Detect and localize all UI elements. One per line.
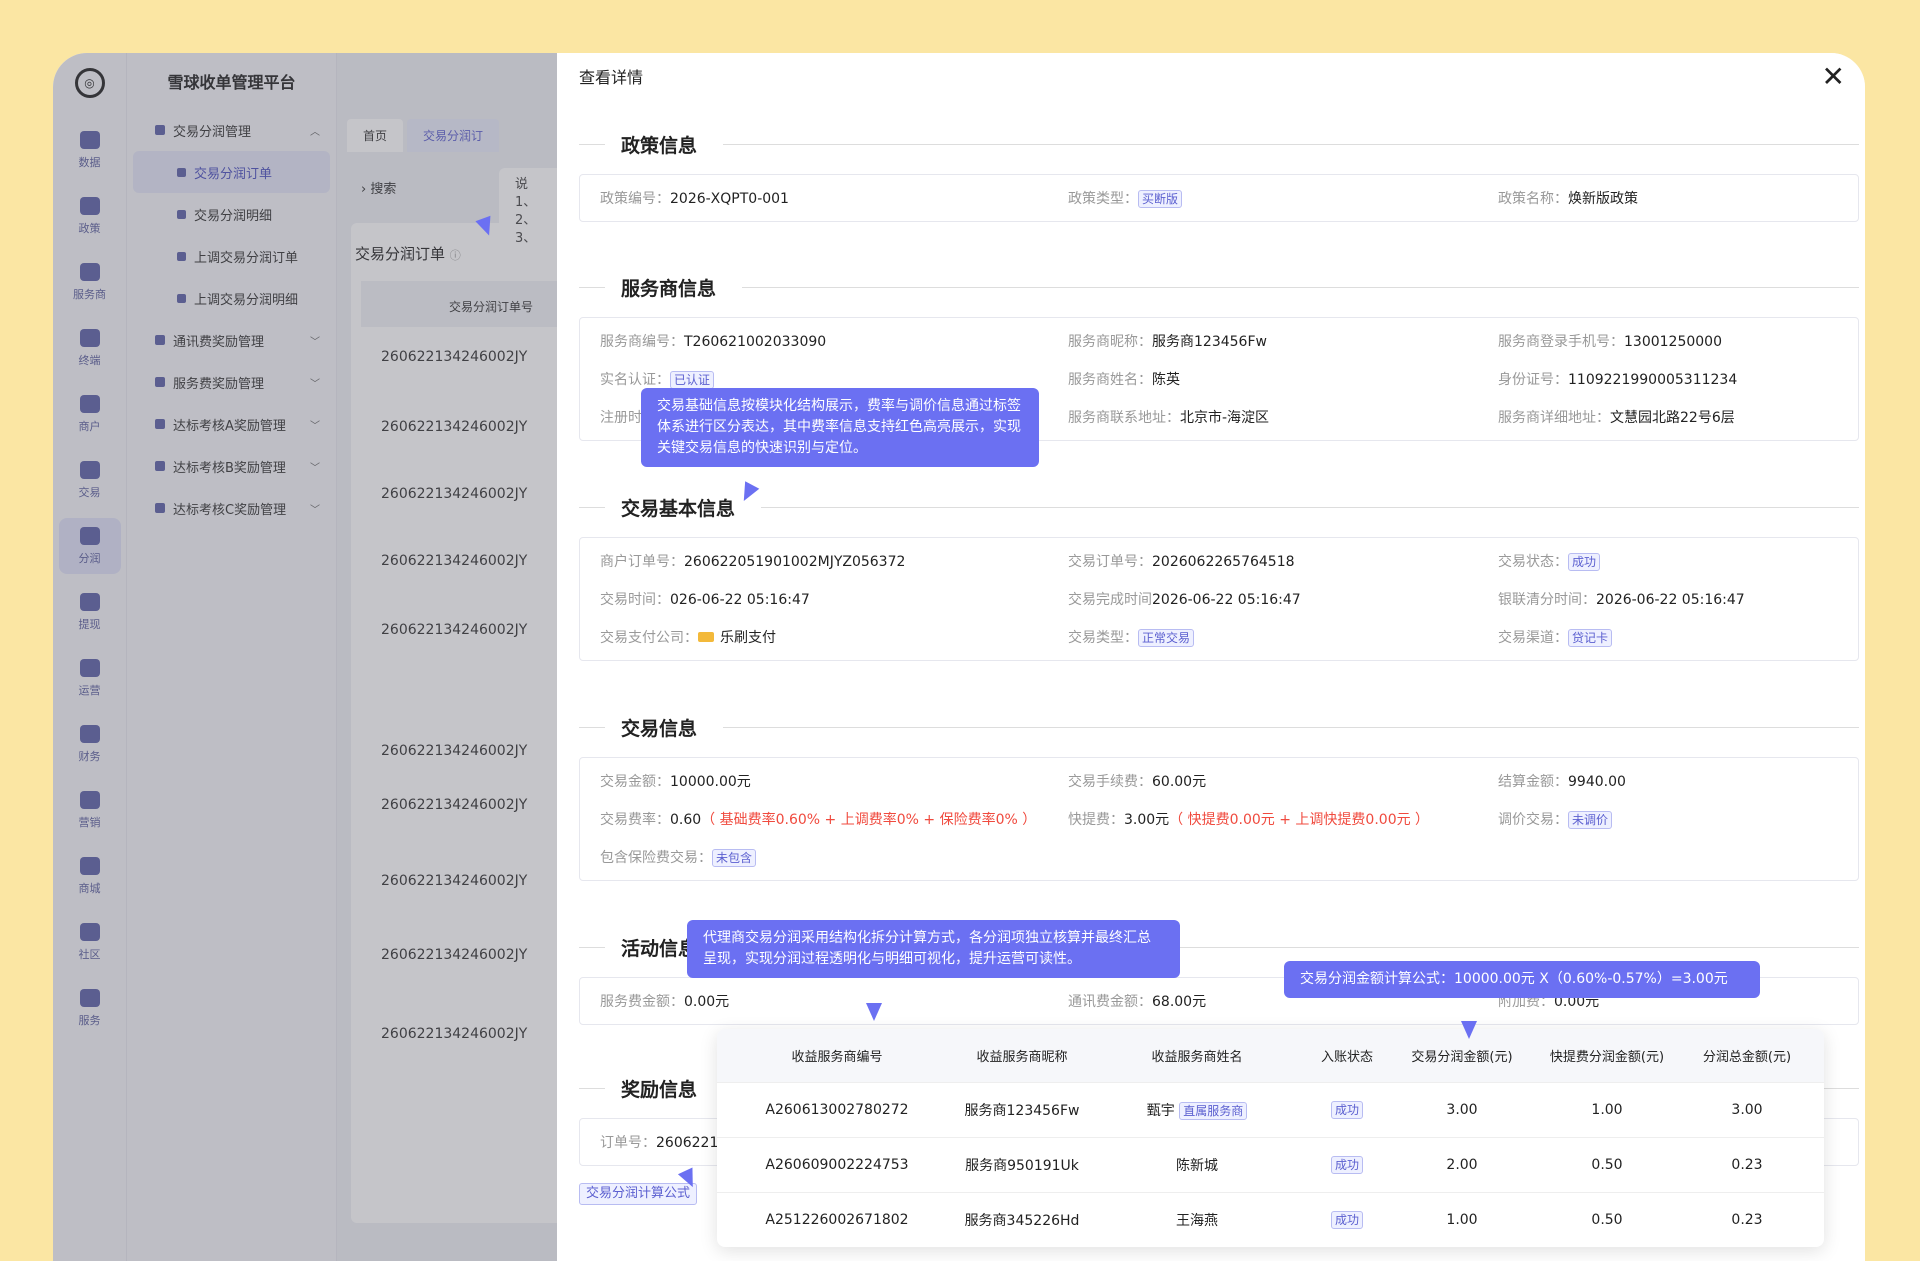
card-icon bbox=[698, 632, 714, 642]
basic-section: 交易基本信息 商户订单号：260622051901002MJYZ056372 交… bbox=[579, 494, 1859, 661]
status-badge: 成功 bbox=[1330, 1211, 1363, 1229]
tooltip-formula: 交易分润金额计算公式：10000.00元 X（0.60%-0.57%）=3.00… bbox=[1284, 961, 1760, 998]
policy-type-tag: 买断版 bbox=[1138, 190, 1183, 208]
direct-badge: 直属服务商 bbox=[1179, 1102, 1248, 1120]
table-row[interactable]: A260613002780272 服务商123456Fw 甄宇 直属服务商 成功… bbox=[717, 1082, 1824, 1137]
table-header: 收益服务商编号 收益服务商昵称 收益服务商姓名 入账状态 交易分润金额(元) 快… bbox=[717, 1029, 1824, 1082]
table-row[interactable]: A251226002671802 服务商345226Hd 王海燕 成功 1.00… bbox=[717, 1192, 1824, 1247]
drawer-header: 查看详情 ✕ bbox=[557, 53, 1865, 99]
status-badge: 成功 bbox=[1330, 1101, 1363, 1119]
table-row[interactable]: A260609002224753 服务商950191Uk 陈新城 成功 2.00… bbox=[717, 1137, 1824, 1192]
formula-tag[interactable]: 交易分润计算公式 bbox=[579, 1183, 698, 1205]
section-title: 服务商信息 bbox=[621, 278, 717, 300]
trade-section: 交易信息 交易金额：10000.00元 交易手续费：60.00元 结算金额：99… bbox=[579, 714, 1859, 881]
drawer-title: 查看详情 bbox=[579, 68, 644, 87]
section-title: 交易基本信息 bbox=[621, 498, 736, 520]
tooltip-arrow bbox=[866, 1003, 882, 1021]
tooltip-profit: 代理商交易分润采用结构化拆分计算方式，各分润项独立核算并最终汇总呈现，实现分润过… bbox=[687, 920, 1180, 978]
policy-section: 政策信息 政策编号：2026-XQPT0-001 政策类型： 买断版 政策名称：焕… bbox=[579, 131, 1859, 222]
section-title: 政策信息 bbox=[621, 135, 698, 157]
policy-no: 2026-XQPT0-001 bbox=[670, 191, 789, 207]
tooltip-arrow bbox=[1461, 1021, 1477, 1039]
policy-name: 焕新版政策 bbox=[1568, 191, 1638, 207]
tooltip-basic: 交易基础信息按模块化结构展示，费率与调价信息通过标签体系进行区分表达，其中费率信… bbox=[641, 388, 1039, 467]
close-icon[interactable]: ✕ bbox=[1822, 63, 1845, 91]
section-title: 交易信息 bbox=[621, 718, 698, 740]
status-badge: 成功 bbox=[1330, 1156, 1363, 1174]
section-title: 活动信息 bbox=[621, 938, 698, 960]
section-title: 奖励信息 bbox=[621, 1079, 698, 1101]
profit-table: 收益服务商编号 收益服务商昵称 收益服务商姓名 入账状态 交易分润金额(元) 快… bbox=[717, 1029, 1824, 1247]
